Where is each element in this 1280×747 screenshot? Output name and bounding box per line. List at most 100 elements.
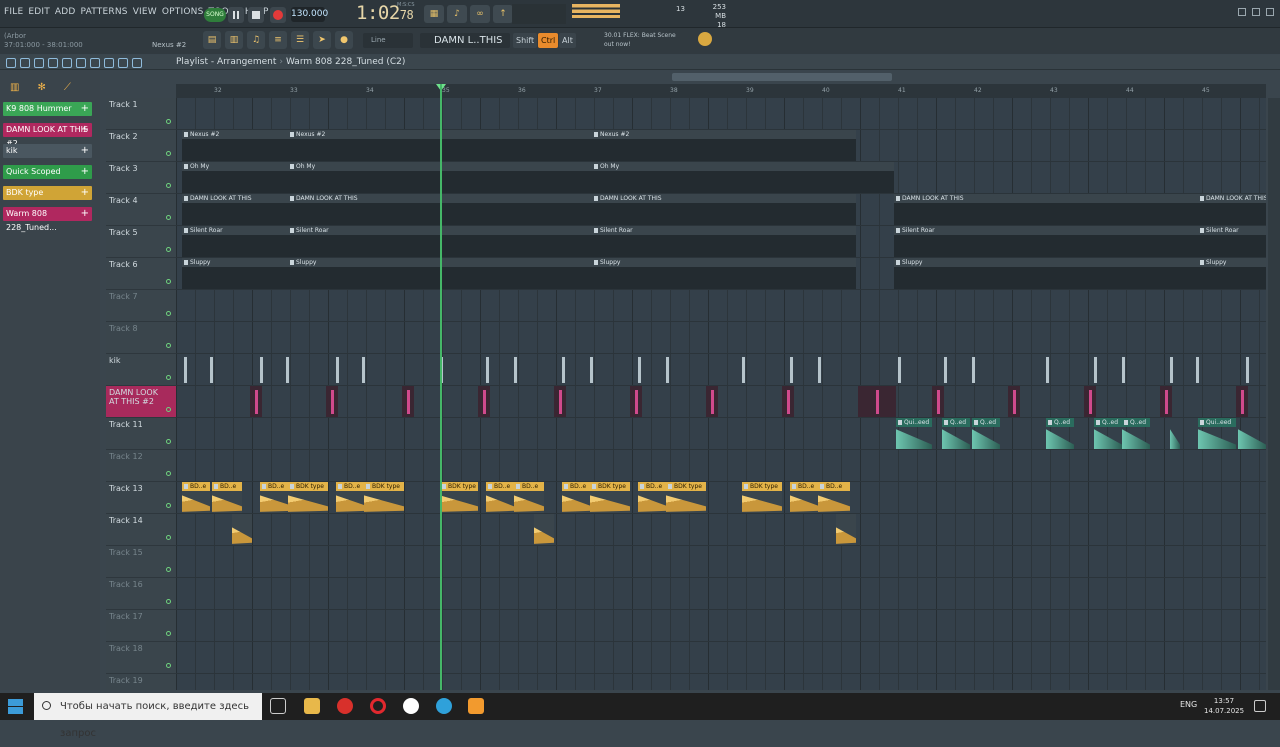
add-icon[interactable]: + [81, 123, 89, 137]
track-mute-icon[interactable] [166, 439, 171, 444]
piano-roll-icon[interactable]: ♫ [247, 31, 265, 49]
pattern-clip[interactable] [326, 386, 338, 417]
add-icon[interactable]: + [81, 207, 89, 221]
pattern-clip[interactable] [790, 354, 800, 385]
timeline-ruler[interactable]: 32 33 34 35 36 37 38 39 40 41 42 43 44 45 [176, 84, 1266, 98]
pattern-clip[interactable]: Sluppy [1198, 258, 1266, 289]
close-icon[interactable] [1266, 8, 1274, 16]
track-header[interactable]: Track 2 [106, 130, 176, 162]
track-lane[interactable] [176, 322, 1266, 354]
pattern-item[interactable]: DAMN LOOK AT THIS #2+ [3, 123, 92, 148]
song-mode-toggle[interactable]: SONG [204, 8, 226, 22]
pattern-clip[interactable] [1160, 386, 1172, 417]
track-header[interactable]: Track 16 [106, 578, 176, 610]
track-header[interactable]: Track 12 [106, 450, 176, 482]
pattern-clip[interactable] [706, 386, 718, 417]
arrangement-grid[interactable]: Nexus #2 Nexus #2 Nexus #2 Oh My Oh My Oh My D… [176, 98, 1266, 690]
pattern-item[interactable]: K9 808 Hummer + [3, 102, 92, 116]
track-mute-icon[interactable] [166, 375, 171, 380]
track-mute-icon[interactable] [166, 535, 171, 540]
track-header[interactable]: Track 7 [106, 290, 176, 322]
track-header[interactable]: Track 15 [106, 546, 176, 578]
track-header[interactable]: Track 6 [106, 258, 176, 290]
shift-key[interactable]: Shift [513, 33, 538, 48]
audio-clip-icon[interactable]: ✻ [37, 82, 45, 93]
pattern-clip[interactable] [944, 354, 954, 385]
pattern-clip[interactable] [210, 354, 220, 385]
pattern-clip[interactable]: DAMN LOOK AT THIS [894, 194, 1198, 225]
track-mute-icon[interactable] [166, 247, 171, 252]
stop-button[interactable] [248, 7, 264, 23]
pattern-clip[interactable] [1170, 418, 1180, 449]
pattern-item[interactable]: Quick Scoped + [3, 165, 92, 179]
taskbar-search[interactable]: Чтобы начать поиск, введите здесь запрос [34, 693, 262, 739]
pattern-clip[interactable] [782, 386, 794, 417]
menu-add[interactable]: ADD [55, 7, 76, 17]
pattern-item[interactable]: kik + [3, 144, 92, 158]
pattern-clip[interactable] [1196, 354, 1206, 385]
track-header[interactable]: Track 13 [106, 482, 176, 514]
pattern-clip[interactable]: BDK type [742, 482, 782, 513]
track-mute-icon[interactable] [166, 279, 171, 284]
track-mute-icon[interactable] [166, 599, 171, 604]
pattern-clip[interactable]: Qui..eed [896, 418, 932, 449]
pattern-clip[interactable] [862, 386, 896, 417]
alt-key[interactable]: Alt [559, 33, 576, 48]
notifications-icon[interactable] [1254, 700, 1266, 712]
breadcrumb-root[interactable]: Playlist - Arrangement [176, 57, 276, 67]
pattern-clip[interactable] [1008, 386, 1020, 417]
horizontal-scrollbar[interactable] [672, 73, 892, 81]
track-header[interactable]: Track 4 [106, 194, 176, 226]
pattern-clip[interactable] [554, 386, 566, 417]
pattern-clip[interactable] [402, 386, 414, 417]
clock[interactable]: 13:57 14.07.2025 [1204, 696, 1244, 716]
track-header[interactable]: Track 1 [106, 98, 176, 130]
pattern-clip[interactable] [534, 514, 554, 545]
paint-tool-icon[interactable] [34, 58, 44, 68]
opera-icon[interactable] [370, 698, 386, 714]
delete-tool-icon[interactable] [48, 58, 58, 68]
play-tool-icon[interactable] [132, 58, 142, 68]
track-mute-icon[interactable] [166, 663, 171, 668]
pattern-clip[interactable] [260, 354, 270, 385]
pattern-item[interactable]: BDK type + [3, 186, 92, 200]
track-header[interactable]: Track 14 [106, 514, 176, 546]
pattern-clip[interactable] [898, 354, 908, 385]
pattern-clip[interactable]: BD..e [212, 482, 242, 513]
windows-start-icon[interactable] [8, 699, 23, 714]
tempo-display[interactable]: 130.000 [291, 7, 328, 22]
track-header[interactable]: kik [106, 354, 176, 386]
add-icon[interactable]: + [81, 186, 89, 200]
track-mute-icon[interactable] [166, 311, 171, 316]
track-lane[interactable] [176, 674, 1266, 690]
track-mute-icon[interactable] [166, 407, 171, 412]
pattern-clip[interactable] [1238, 418, 1266, 449]
pattern-clip[interactable]: Sluppy [182, 258, 288, 289]
pattern-clip[interactable]: BD..e [638, 482, 668, 513]
track-header[interactable]: DAMN LOOK AT THIS #2 [106, 386, 176, 418]
pattern-clip[interactable]: BDK type [288, 482, 328, 513]
zoom-tool-icon[interactable] [118, 58, 128, 68]
pattern-clip[interactable]: DAMN LOOK AT THIS [592, 194, 856, 225]
pattern-clip[interactable] [590, 354, 600, 385]
pattern-clip[interactable]: BD..e [818, 482, 850, 513]
pattern-clip[interactable] [742, 354, 752, 385]
track-mute-icon[interactable] [166, 215, 171, 220]
pattern-clip[interactable]: Q..ed [1046, 418, 1074, 449]
track-mute-icon[interactable] [166, 631, 171, 636]
mixer-icon[interactable]: ≡ [269, 31, 287, 49]
pattern-clip[interactable]: BDK type [666, 482, 706, 513]
track-header[interactable]: Track 5 [106, 226, 176, 258]
breadcrumb-current[interactable]: Warm 808 228_Tuned (C2) [286, 57, 405, 67]
pattern-item[interactable]: Warm 808 228_Tuned... + [3, 207, 92, 232]
pattern-clip[interactable]: DAMN LOOK AT THIS [1198, 194, 1266, 225]
pattern-clip[interactable] [666, 354, 676, 385]
pattern-clip[interactable] [478, 386, 490, 417]
pattern-clip[interactable]: BD..e [562, 482, 592, 513]
pattern-clip[interactable] [932, 386, 944, 417]
add-icon[interactable]: + [81, 144, 89, 158]
playlist-icon[interactable]: ▤ [203, 31, 221, 49]
select-tool-icon[interactable] [104, 58, 114, 68]
news-panel[interactable]: 30.01 FLEX: Beat Scene out now! [604, 31, 676, 49]
pattern-clip[interactable] [1084, 386, 1096, 417]
